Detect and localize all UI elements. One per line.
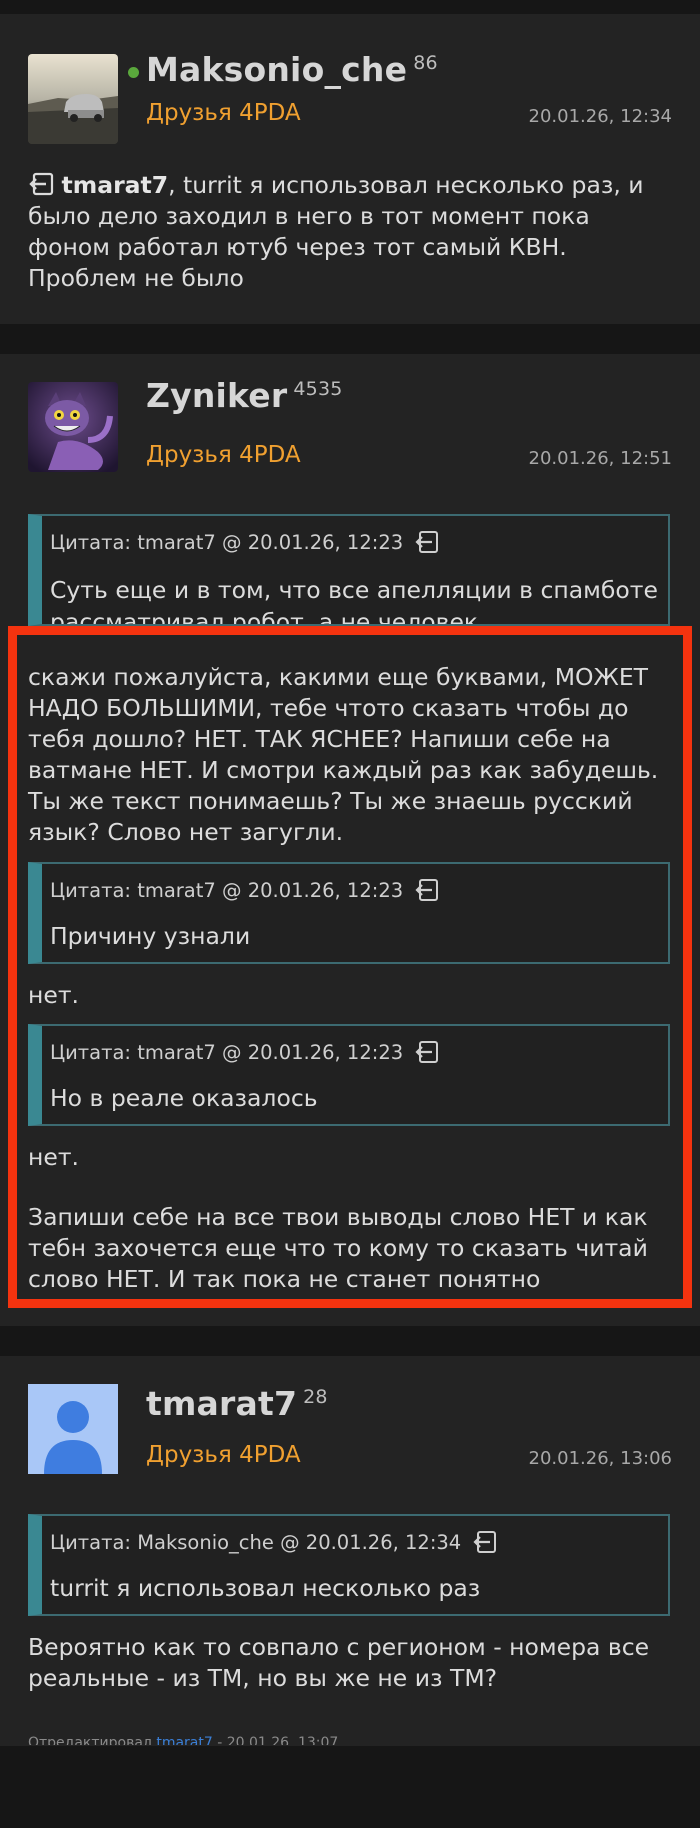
online-indicator bbox=[128, 67, 139, 78]
reply-arrow-icon[interactable] bbox=[28, 172, 54, 196]
reputation-count[interactable]: 4535 bbox=[293, 378, 342, 400]
post-maksonio: Maksonio_che 86 Друзья 4PDA 20.01.26, 12:… bbox=[0, 14, 700, 324]
avatar-zyniker[interactable] bbox=[28, 382, 118, 472]
quote-text: turrit я использовал несколько раз bbox=[50, 1574, 481, 1602]
edited-note: Отредактировал tmarat7 - 20.01.26, 13:07 bbox=[28, 1735, 338, 1745]
post-tmarat7: tmarat7 28 Друзья 4PDA 20.01.26, 13:06 Ци… bbox=[0, 1356, 700, 1746]
username-zyniker[interactable]: Zyniker 4535 bbox=[146, 376, 343, 415]
post-body: Вероятно как то совпало с регионом - ном… bbox=[28, 1633, 650, 1692]
go-to-quote-icon[interactable] bbox=[415, 530, 439, 554]
username-tmarat7[interactable]: tmarat7 28 bbox=[146, 1384, 328, 1423]
reply-mention[interactable]: tmarat7 bbox=[61, 171, 168, 199]
post-body: tmarat7, turrit я использовал несколько … bbox=[28, 171, 644, 292]
reputation-count[interactable]: 86 bbox=[413, 52, 438, 74]
post-date: 20.01.26, 12:34 bbox=[528, 106, 672, 127]
quote-block: Цитата: tmarat7 @ 20.01.26, 12:23 Суть е… bbox=[28, 514, 670, 626]
quote-header: Цитата: Maksonio_che @ 20.01.26, 12:34 bbox=[50, 1530, 497, 1554]
avatar-tmarat7[interactable] bbox=[28, 1384, 118, 1474]
quote-text: Суть еще и в том, что все апелляции в сп… bbox=[50, 576, 658, 604]
quote-block: Цитата: Maksonio_che @ 20.01.26, 12:34 t… bbox=[28, 1514, 670, 1616]
go-to-quote-icon[interactable] bbox=[473, 1530, 497, 1554]
highlight-frame bbox=[8, 626, 692, 1308]
user-group: Друзья 4PDA bbox=[146, 100, 301, 126]
edited-by-link[interactable]: tmarat7 bbox=[156, 1735, 212, 1745]
quote-text: рассматривал робот, а не человек bbox=[50, 608, 479, 626]
username-maksonio[interactable]: Maksonio_che 86 bbox=[146, 50, 438, 89]
quote-header: Цитата: tmarat7 @ 20.01.26, 12:23 bbox=[50, 530, 439, 554]
reputation-count[interactable]: 28 bbox=[303, 1386, 328, 1408]
avatar-maksonio[interactable] bbox=[28, 54, 118, 144]
post-date: 20.01.26, 12:51 bbox=[528, 448, 672, 469]
user-group: Друзья 4PDA bbox=[146, 442, 301, 468]
post-date: 20.01.26, 13:06 bbox=[528, 1448, 672, 1469]
user-group: Друзья 4PDA bbox=[146, 1442, 301, 1468]
